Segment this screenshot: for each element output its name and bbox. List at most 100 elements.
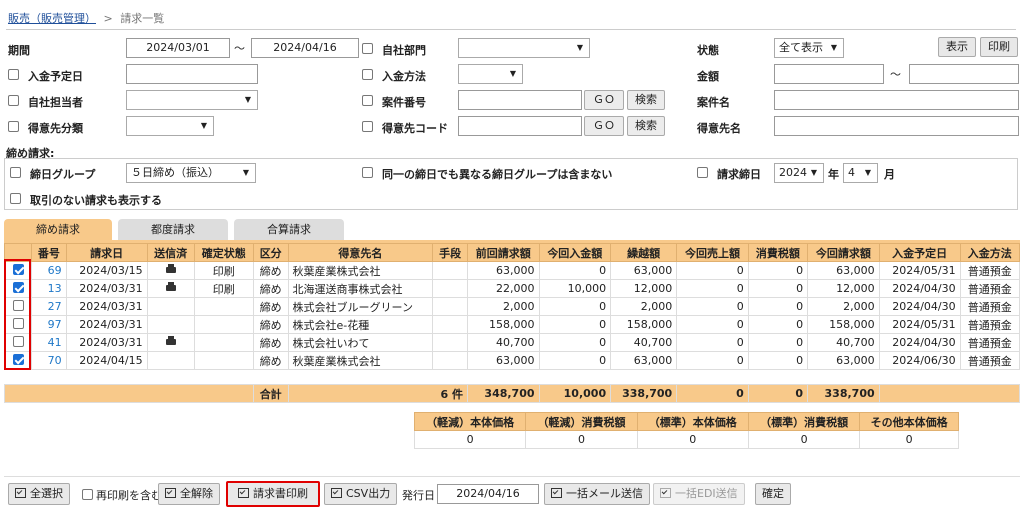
case-number-input[interactable] (458, 90, 582, 110)
bill-day-checkbox[interactable] (697, 167, 708, 178)
confirm-button[interactable]: 確定 (755, 483, 791, 505)
csv-export-button[interactable]: CSV出力 (324, 483, 398, 505)
case-name-input[interactable] (774, 90, 1019, 110)
customer-search-button[interactable]: 検索 (627, 116, 665, 136)
cell-customer: 秋葉産業株式会社 (287, 261, 434, 280)
chevron-down-icon: ▼ (242, 168, 249, 177)
customer-class-checkbox[interactable] (8, 121, 19, 132)
bulk-mail-button[interactable]: 一括メール送信 (544, 483, 650, 505)
cell-no[interactable]: 97 (31, 315, 67, 334)
tab-closing-invoice[interactable]: 締め請求 (4, 219, 112, 241)
cell-date: 2024/03/31 (65, 315, 148, 334)
cell-no[interactable]: 13 (31, 279, 67, 298)
col-header: 入金予定日 (878, 243, 961, 262)
payment-method-select[interactable]: ▼ (458, 64, 523, 84)
same-day-exclude-checkbox[interactable] (362, 167, 373, 178)
cell-no[interactable]: 41 (31, 333, 67, 352)
check-icon (238, 488, 249, 498)
select-all-button[interactable]: 全選択 (8, 483, 70, 505)
customer-class-select[interactable]: ▼ (126, 116, 214, 136)
show-button[interactable]: 表示 (938, 37, 976, 57)
printer-icon (165, 336, 176, 345)
check-icon (15, 488, 26, 498)
date-to-input[interactable]: 2024/04/16 (251, 38, 359, 58)
col-header: 区分 (252, 243, 289, 262)
cell-paid: 10,000 (538, 279, 612, 298)
customer-code-input[interactable] (458, 116, 582, 136)
month-value: 4 (848, 166, 855, 179)
cell-bill: 63,000 (807, 261, 880, 280)
case-search-button[interactable]: 検索 (627, 90, 665, 110)
bulk-edi-label: 一括EDI送信 (675, 487, 738, 500)
table-row[interactable]: 27 2024/03/31 締め 株式会社ブルーグリーン 2,000 0 2,000 0 0 2,… (4, 297, 1021, 316)
tax-summary-table: （軽減）本体価格 （軽減）消費税額 （標準）本体価格 （標準）消費税額 その他本… (413, 412, 959, 449)
amount-from-input[interactable] (774, 64, 884, 84)
month-select[interactable]: 4 ▼ (843, 163, 878, 183)
year-select[interactable]: 2024 ▼ (774, 163, 824, 183)
cell-method: 普通預金 (959, 279, 1021, 298)
cell-no[interactable]: 27 (31, 297, 67, 316)
cell-kubun: 締め (252, 261, 289, 280)
confirm-label: 確定 (762, 487, 784, 500)
date-from-input[interactable]: 2024/03/01 (126, 38, 230, 58)
same-day-exclude-label: 同一の締日でも異なる締日グループは含まない (382, 168, 613, 181)
breadcrumb-parent-link[interactable]: 販売（販売管理） (8, 12, 96, 25)
period-label: 期間 (8, 44, 30, 57)
due-date-checkbox[interactable] (8, 69, 19, 80)
tab-per-invoice[interactable]: 都度請求 (118, 219, 228, 241)
dept-select[interactable]: ▼ (458, 38, 590, 58)
payment-method-checkbox[interactable] (362, 69, 373, 80)
no-transaction-checkbox[interactable] (10, 193, 21, 204)
cell-no[interactable]: 69 (31, 261, 67, 280)
summary-value: 0 (413, 430, 527, 449)
table-row[interactable]: 13 2024/03/31 印刷 締め 北海運送商事株式会社 22,000 10,000 12… (4, 279, 1021, 298)
closing-group-select[interactable]: ５日締め（振込） ▼ (126, 163, 256, 183)
total-sales: 0 (676, 384, 749, 403)
cell-paid: 0 (538, 351, 612, 370)
cell-no[interactable]: 70 (31, 351, 67, 370)
summary-header-row: （軽減）本体価格 （軽減）消費税額 （標準）本体価格 （標準）消費税額 その他本… (413, 412, 959, 431)
cell-method: 普通預金 (959, 315, 1021, 334)
cell-sent (146, 351, 195, 370)
total-paid: 10,000 (538, 384, 612, 403)
bulk-edi-button[interactable]: 一括EDI送信 (653, 483, 745, 505)
table-row[interactable]: 41 2024/03/31 締め 株式会社いわて 40,700 0 40,700 0 0 40,7… (4, 333, 1021, 352)
col-header: 得意先名 (287, 243, 434, 262)
cell-carry: 12,000 (610, 279, 678, 298)
table-row[interactable]: 69 2024/03/15 印刷 締め 秋葉産業株式会社 63,000 0 63,000 0 0 6… (4, 261, 1021, 280)
breadcrumb-divider (6, 29, 1016, 30)
case-go-button[interactable]: ＧＯ (584, 90, 624, 110)
reprint-checkbox[interactable] (82, 489, 93, 500)
table-row[interactable]: 97 2024/03/31 締め 株式会社e-花種 158,000 0 158,000 0 0 1… (4, 315, 1021, 334)
table-row[interactable]: 70 2024/04/15 締め 秋葉産業株式会社 63,000 0 63,000 0 0 63,… (4, 351, 1021, 370)
cell-due: 2024/04/30 (878, 333, 961, 352)
invoice-print-button[interactable]: 請求書印刷 (226, 481, 320, 507)
status-label: 状態 (697, 44, 719, 57)
deselect-all-button[interactable]: 全解除 (158, 483, 220, 505)
amount-to-input[interactable] (909, 64, 1019, 84)
cell-kubun: 締め (252, 297, 289, 316)
staff-select[interactable]: ▼ (126, 90, 258, 110)
customer-code-checkbox[interactable] (362, 121, 373, 132)
due-date-input[interactable] (126, 64, 258, 84)
tab-combined-invoice[interactable]: 合算請求 (234, 219, 344, 241)
dept-label: 自社部門 (382, 44, 426, 57)
print-button[interactable]: 印刷 (980, 37, 1018, 57)
case-number-checkbox[interactable] (362, 95, 373, 106)
customer-go-button[interactable]: ＧＯ (584, 116, 624, 136)
cell-paid: 0 (538, 261, 612, 280)
cell-state (193, 351, 254, 370)
cell-sales: 0 (676, 261, 749, 280)
summary-header: （軽減）消費税額 (525, 412, 638, 431)
issue-date-input[interactable]: 2024/04/16 (437, 484, 539, 504)
closing-group-checkbox[interactable] (10, 167, 21, 178)
total-prev: 348,700 (466, 384, 540, 403)
chevron-down-icon: ▼ (810, 168, 817, 177)
cell-sales: 0 (676, 297, 749, 316)
dept-checkbox[interactable] (362, 43, 373, 54)
summary-header: （軽減）本体価格 (413, 412, 527, 431)
staff-checkbox[interactable] (8, 95, 19, 106)
customer-name-input[interactable] (774, 116, 1019, 136)
reprint-label: 再印刷を含む (96, 489, 162, 502)
status-select[interactable]: 全て表示 ▼ (774, 38, 844, 58)
